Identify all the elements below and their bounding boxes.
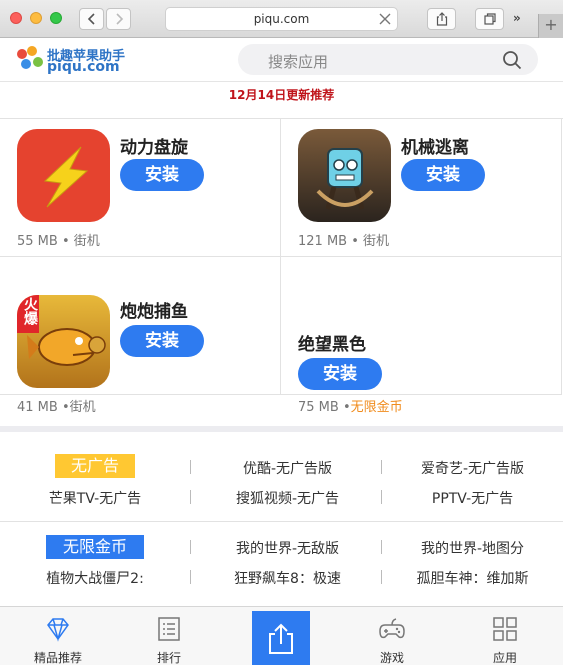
category-unlimited-coins: 无限金币 我的世界-无敌版 我的世界-地图分 植物大战僵尸2: 狂野飙车8：极速… — [0, 522, 563, 606]
address-bar[interactable]: piqu.com — [165, 7, 398, 31]
list-icon — [158, 617, 180, 641]
back-button[interactable] — [79, 8, 104, 30]
tab-label: 排行 — [156, 651, 181, 665]
category-link[interactable]: 孤胆车神：维加斯 — [385, 568, 560, 588]
separator — [381, 460, 382, 474]
app-icon[interactable] — [17, 129, 110, 222]
app-meta: 75 MB •无限金币 — [298, 400, 403, 415]
app-name[interactable]: 动力盘旋 — [120, 133, 188, 158]
category-link[interactable]: 优酷-无广告版 — [195, 458, 380, 478]
tab-ranking[interactable]: 排行 — [119, 607, 219, 665]
chevron-right-icon — [115, 13, 123, 25]
tab-label: 游戏 — [379, 651, 404, 665]
category-link[interactable]: 植物大战僵尸2: — [0, 568, 190, 588]
update-date-banner: 12月14日更新推荐 — [228, 88, 335, 102]
app-category: 街机 — [363, 234, 390, 249]
robot-character-icon — [316, 148, 374, 210]
app-name[interactable]: 机械逃离 — [401, 133, 469, 158]
app-name[interactable]: 炮炮捕鱼 — [120, 297, 188, 322]
search-box[interactable]: 搜索应用 — [238, 44, 538, 75]
install-button[interactable]: 安装 — [298, 358, 382, 390]
app-grid: 动力盘旋 安装 55 MB • 街机 机械逃离 安装 121 MB • 街机 火… — [0, 118, 563, 426]
share-icon — [436, 12, 447, 26]
install-button[interactable]: 安装 — [401, 159, 485, 191]
app-highlight: 无限金币 — [350, 400, 403, 415]
category-link[interactable]: 我的世界-无敌版 — [195, 538, 380, 558]
app-size: 121 MB — [298, 234, 348, 249]
separator — [381, 490, 382, 504]
address-text: piqu.com — [253, 12, 310, 26]
category-link[interactable]: 狂野飙车8：极速 — [195, 568, 380, 588]
app-card[interactable]: 动力盘旋 安装 55 MB • 街机 — [0, 119, 281, 257]
zoom-window-button[interactable] — [50, 12, 62, 24]
close-window-button[interactable] — [10, 12, 22, 24]
lightning-icon — [43, 146, 89, 208]
app-icon[interactable]: 火爆 — [17, 295, 110, 388]
tab-games[interactable]: 游戏 — [342, 607, 442, 665]
category-link[interactable]: 我的世界-地图分 — [385, 538, 560, 558]
app-card[interactable]: 火爆 炮炮捕鱼 安装 41 MB •街机 — [0, 257, 281, 415]
tab-label: 应用 — [492, 651, 517, 665]
install-button[interactable]: 安装 — [120, 325, 204, 357]
tab-apps[interactable]: 应用 — [455, 607, 555, 665]
category-link[interactable]: 搜狐视频-无广告 — [195, 488, 380, 508]
bottom-tab-bar: 精品推荐 排行 游戏 应用 — [0, 606, 563, 665]
app-size: 75 MB — [298, 400, 339, 415]
install-button[interactable]: 安装 — [120, 159, 204, 191]
tabs-overview-button[interactable] — [475, 8, 504, 30]
logo-domain[interactable]: piqu.com — [47, 59, 120, 75]
more-chevron-icon[interactable]: » — [513, 11, 521, 25]
site-header: 批趣苹果助手 piqu.com 搜索应用 — [0, 38, 563, 82]
new-tab-button[interactable]: + — [538, 14, 563, 38]
app-category: 街机 — [73, 234, 100, 249]
category-no-ads: 无广告 优酷-无广告版 爱奇艺-无广告版 芒果TV-无广告 搜狐视频-无广告 P… — [0, 432, 563, 520]
tabs-icon — [483, 13, 496, 25]
forward-button[interactable] — [106, 8, 131, 30]
category-link[interactable]: 芒果TV-无广告 — [0, 488, 190, 508]
category-tag[interactable]: 无广告 — [55, 454, 135, 478]
search-input[interactable]: 搜索应用 — [268, 51, 328, 72]
browser-toolbar: piqu.com » + — [0, 0, 563, 38]
grid-icon — [493, 617, 517, 641]
category-link[interactable]: 爱奇艺-无广告版 — [385, 458, 560, 478]
diamond-icon — [47, 618, 69, 642]
app-category: 街机 — [69, 400, 96, 415]
minimize-window-button[interactable] — [30, 12, 42, 24]
gamepad-icon — [379, 618, 405, 639]
clear-icon[interactable] — [379, 13, 391, 25]
app-size: 55 MB — [17, 234, 58, 249]
app-meta: 55 MB • 街机 — [17, 234, 100, 249]
separator — [190, 570, 191, 584]
app-name[interactable]: 绝望黑色 — [298, 330, 366, 355]
share-icon — [269, 623, 293, 654]
chevron-left-icon — [87, 13, 95, 25]
category-link[interactable]: PPTV-无广告 — [385, 488, 560, 508]
separator — [381, 570, 382, 584]
separator — [190, 540, 191, 554]
tab-share[interactable] — [252, 611, 310, 665]
app-size: 41 MB — [17, 400, 58, 415]
separator — [190, 490, 191, 504]
app-card[interactable]: 绝望黑色 安装 75 MB •无限金币 — [281, 257, 562, 415]
category-tag[interactable]: 无限金币 — [46, 535, 144, 559]
app-badge: 火爆 — [22, 297, 38, 325]
separator — [190, 460, 191, 474]
app-meta: 121 MB • 街机 — [298, 234, 390, 249]
separator — [381, 540, 382, 554]
share-button[interactable] — [427, 8, 456, 30]
app-card[interactable]: 机械逃离 安装 121 MB • 街机 — [281, 119, 562, 257]
app-icon[interactable] — [298, 129, 391, 222]
tab-label: 精品推荐 — [33, 651, 82, 665]
search-icon[interactable] — [502, 50, 522, 70]
app-meta: 41 MB •街机 — [17, 400, 96, 415]
tab-featured[interactable]: 精品推荐 — [8, 607, 108, 665]
